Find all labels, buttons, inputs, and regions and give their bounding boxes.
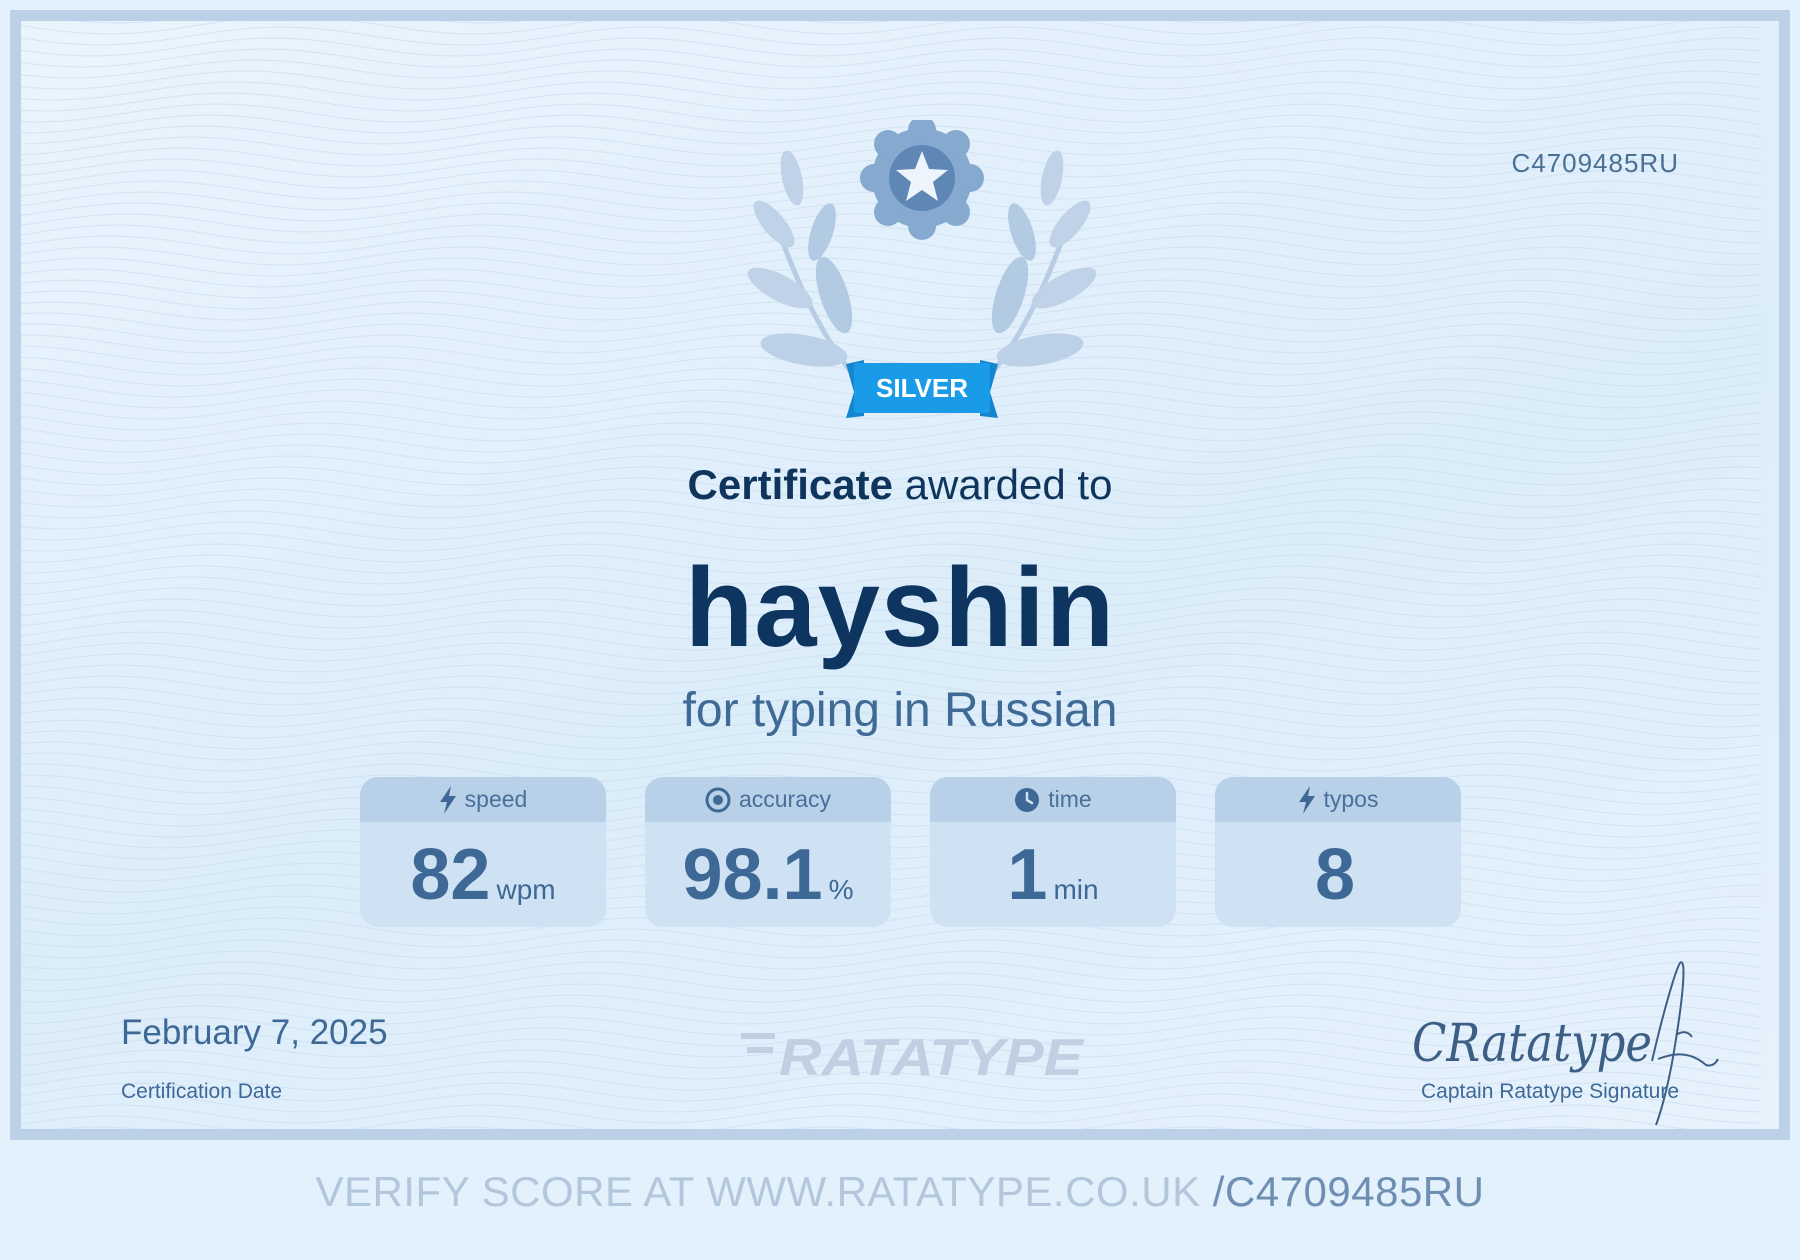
verify-footer: VERIFY SCORE AT WWW.RATATYPE.CO.UK /C470…: [0, 1168, 1800, 1216]
headline-rest: awarded to: [904, 461, 1113, 508]
verify-prefix: VERIFY SCORE AT WWW.RATATYPE.CO.UK: [315, 1168, 1201, 1215]
certificate-id: C4709485RU: [1511, 148, 1679, 178]
certificate: C4709485RU SILVER Certificate awarded to…: [10, 10, 1790, 1140]
stat-label: time: [1048, 786, 1092, 812]
headline-bold: Certificate: [687, 461, 893, 508]
signature-label: Captain Ratatype Signature: [1421, 1080, 1679, 1103]
stat-value: 1: [1007, 835, 1048, 915]
stat-header: time: [930, 777, 1176, 822]
stat-label: typos: [1323, 786, 1379, 812]
stat-value: 98.1: [682, 835, 823, 915]
stat-header: speed: [360, 777, 606, 822]
stat-label: accuracy: [738, 786, 832, 812]
ratatype-logo: RATATYPE: [741, 1029, 1084, 1087]
lightning-icon: [1298, 785, 1316, 814]
lightning-icon: [439, 785, 457, 814]
stat-unit: min: [1053, 874, 1099, 905]
stat-time: time 1 min: [930, 777, 1176, 927]
svg-text:RATATYPE: RATATYPE: [779, 1029, 1084, 1087]
laurel-seal-emblem: SILVER: [747, 120, 1097, 418]
certificate-headline: Certificate awarded to: [21, 461, 1779, 509]
silver-ribbon: SILVER: [846, 360, 998, 418]
stat-accuracy: accuracy 98.1 %: [645, 777, 891, 927]
badge-label: SILVER: [876, 373, 968, 403]
stat-speed: speed 82 wpm: [360, 777, 606, 927]
stat-unit: %: [828, 874, 854, 905]
certification-date: February 7, 2025: [121, 1013, 388, 1052]
star-seal-icon: [860, 120, 984, 240]
certification-date-label: Certification Date: [121, 1080, 283, 1103]
stat-value-row: 82 wpm: [360, 822, 606, 927]
stat-value-row: 8: [1215, 822, 1461, 927]
recipient-name: hayshin: [684, 545, 1116, 670]
stat-label: speed: [464, 786, 528, 812]
verify-code[interactable]: /C4709485RU: [1213, 1168, 1485, 1215]
stat-value-row: 1 min: [930, 822, 1176, 927]
stat-value-row: 98.1 %: [645, 822, 891, 927]
stat-header: accuracy: [645, 777, 891, 822]
certificate-subtitle: for typing in Russian: [682, 684, 1118, 737]
stat-header: typos: [1215, 777, 1461, 822]
stat-value: 82: [410, 835, 491, 915]
stat-unit: wpm: [496, 874, 556, 905]
clock-icon: [1014, 787, 1040, 813]
stat-value: 8: [1314, 835, 1356, 915]
target-icon: [705, 787, 731, 813]
svg-text:CRatatype: CRatatype: [1412, 1014, 1652, 1074]
stat-typos: typos 8: [1215, 777, 1461, 927]
